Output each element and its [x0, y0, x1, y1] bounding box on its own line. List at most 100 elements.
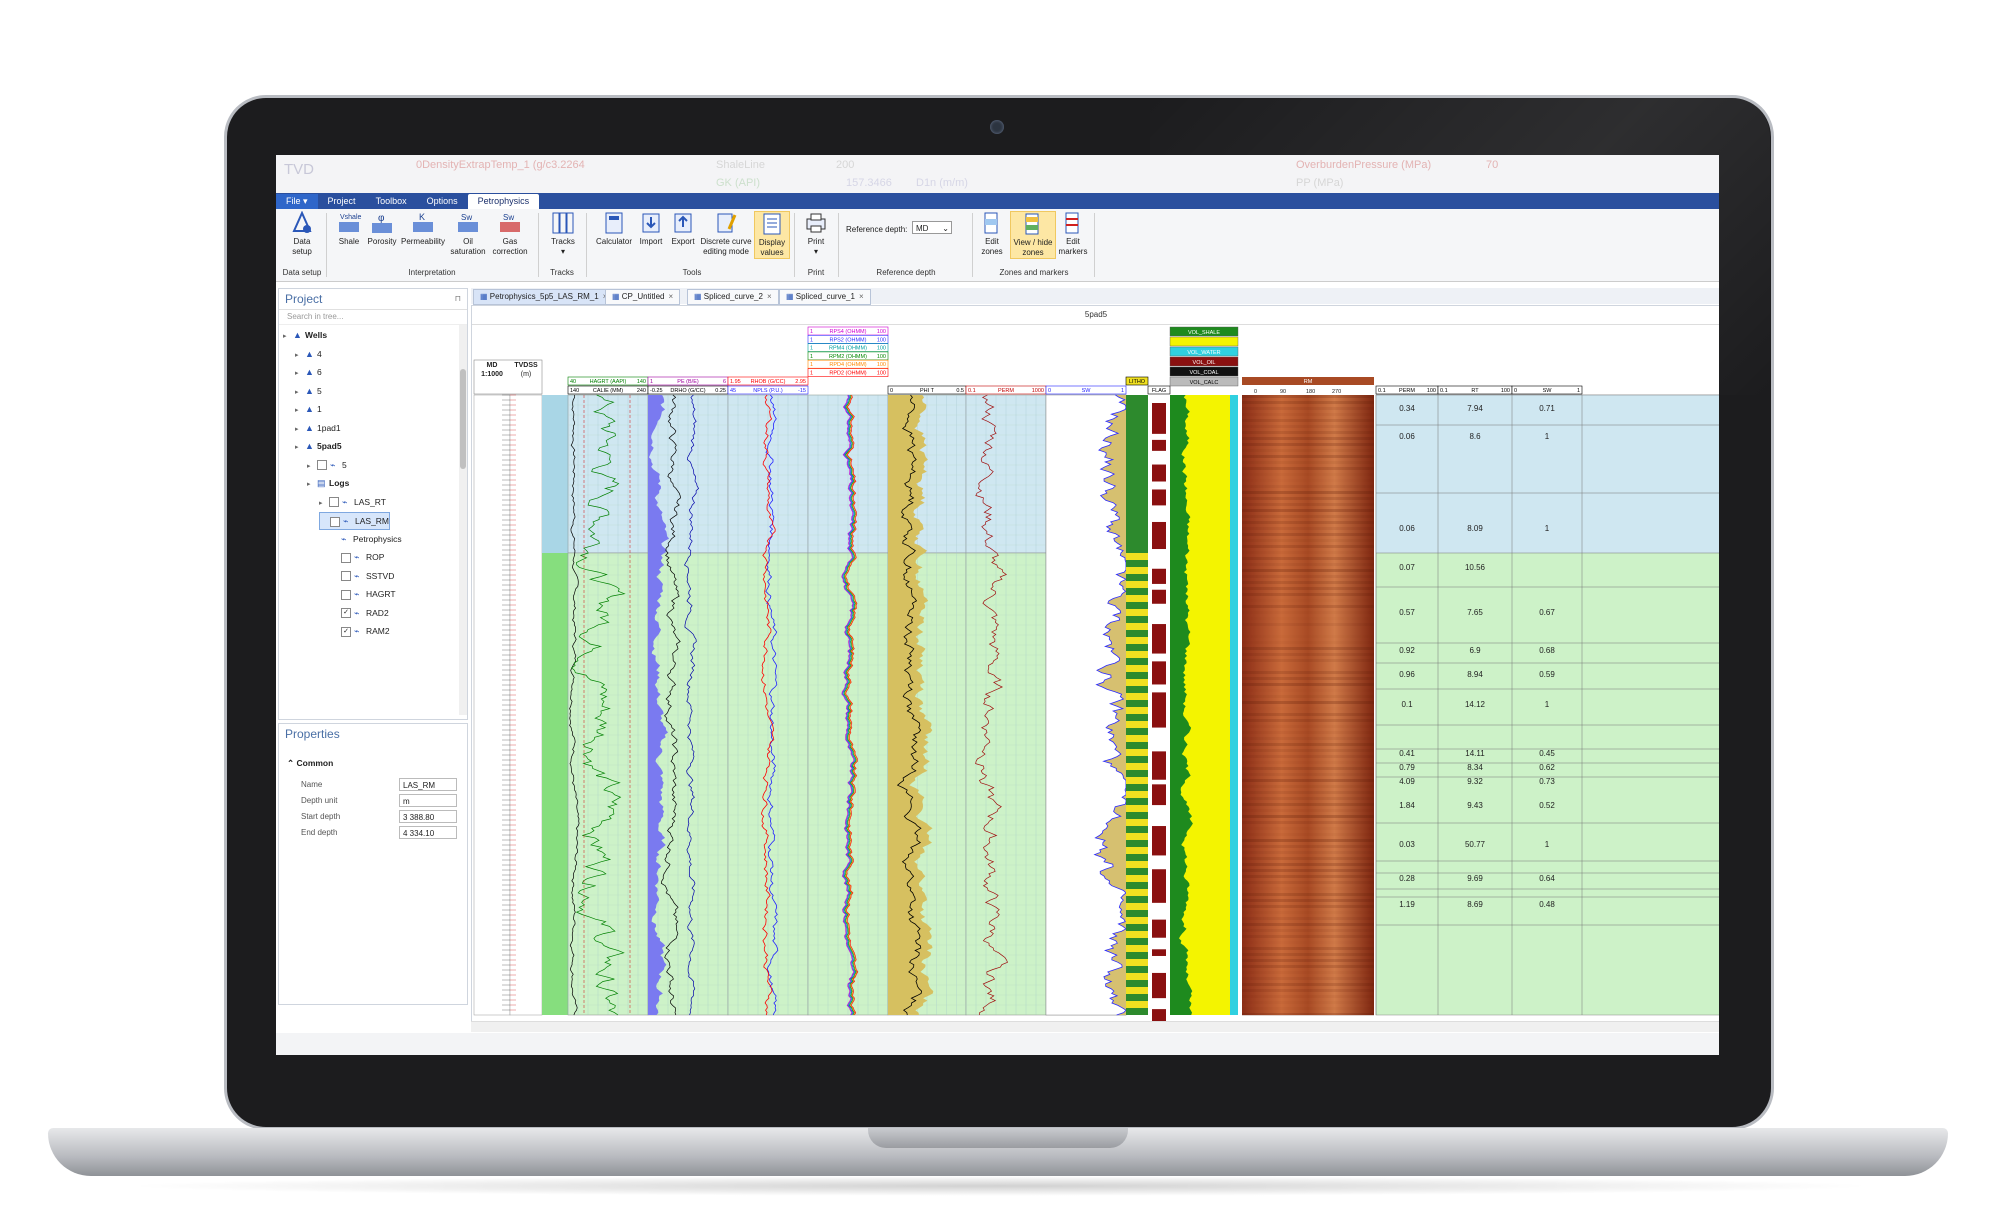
property-value[interactable]: 4 334.10 — [399, 826, 457, 839]
rm-image-band — [1242, 911, 1374, 914]
litho-sand — [1126, 973, 1148, 980]
flag-block — [1152, 661, 1166, 685]
print-button[interactable]: Print ▾ — [800, 211, 832, 257]
tree-item-label: SSTVD — [366, 570, 395, 581]
discrete-curve-button[interactable]: Discrete curve editing mode — [700, 211, 752, 257]
tree-item[interactable]: ▸ ▲ 4 — [295, 346, 322, 362]
resistivity-name: RPS4 (OHMM) — [830, 329, 867, 335]
expand-arrow-icon[interactable]: ▸ — [295, 385, 305, 401]
expand-arrow-icon[interactable]: ▸ — [295, 348, 305, 364]
rm-image-band — [1242, 893, 1374, 896]
porosity-button[interactable]: φ Porosity — [366, 211, 398, 247]
oil-saturation-button[interactable]: Sw Oil saturation — [450, 211, 486, 257]
tree-item[interactable]: ▸ ▲ 6 — [295, 364, 322, 380]
import-button[interactable]: Import — [636, 211, 666, 247]
checkbox[interactable]: ✓ — [341, 626, 351, 637]
property-value[interactable]: LAS_RM — [399, 778, 457, 791]
tab-file[interactable]: File ▾ — [276, 194, 318, 209]
node-icon: ▲ — [305, 367, 314, 377]
tree-item[interactable]: ▸ ▲ 1pad1 — [295, 420, 341, 436]
scrollbar-thumb[interactable] — [460, 369, 466, 469]
shale-button[interactable]: Vshale Shale — [334, 211, 364, 247]
table-cell-perm: 0.57 — [1399, 608, 1415, 617]
tree-item[interactable]: ▸ ▤ Logs — [307, 475, 349, 491]
tree-item[interactable]: ✓ ⌁ RAD2 — [331, 605, 389, 621]
resistivity-name: RPS2 (OHMM) — [830, 337, 867, 343]
tree-item[interactable]: ▸ ▲ Wells — [283, 327, 327, 343]
resistivity-name: RPD4 (OHMM) — [829, 362, 866, 368]
tree-item[interactable]: ⌁ ROP — [331, 549, 384, 565]
calculator-icon — [605, 212, 623, 234]
property-value[interactable]: 3 388.80 — [399, 810, 457, 823]
rm-image-band — [1242, 677, 1374, 680]
expand-arrow-icon[interactable]: ▸ — [319, 496, 329, 512]
rm-image-band — [1242, 557, 1374, 560]
data-setup-button[interactable]: Data setup — [284, 211, 320, 257]
node-icon: ▤ — [317, 478, 326, 488]
checkbox[interactable] — [317, 460, 327, 471]
rm-image-band — [1242, 923, 1374, 926]
expand-arrow-icon[interactable]: ▸ — [295, 422, 305, 438]
document-tab[interactable]: ▦ Spliced_curve_1 × — [779, 289, 871, 305]
checkbox[interactable] — [341, 552, 351, 563]
reference-depth-select[interactable]: MD ⌄ — [912, 221, 952, 234]
pin-icon[interactable]: ⊓ — [455, 289, 461, 309]
table-cell-sw: 0.52 — [1539, 801, 1555, 810]
expand-arrow-icon[interactable]: ▸ — [307, 459, 317, 475]
property-value[interactable]: m — [399, 794, 457, 807]
gas-correction-button[interactable]: Sw Gas correction — [490, 211, 530, 257]
tree-scrollbar[interactable] — [459, 325, 467, 715]
view-hide-zones-button[interactable]: View / hide zones — [1010, 211, 1056, 259]
table-cell-perm: 0.34 — [1399, 404, 1415, 413]
tree-search-input[interactable]: Search in tree... — [279, 310, 467, 325]
tree-item[interactable]: ▸ ⌁ 5 — [307, 457, 347, 473]
properties-title: Properties — [285, 727, 340, 741]
calculator-button[interactable]: Calculator — [594, 211, 634, 247]
separator — [326, 213, 327, 277]
tab-project[interactable]: Project — [318, 194, 366, 209]
export-button[interactable]: Export — [668, 211, 698, 247]
tree-item[interactable]: ⌁ LAS_RM — [319, 512, 391, 530]
track-header-min: 0 — [1514, 388, 1517, 394]
document-tab[interactable]: ▦ Petrophysics_5p5_LAS_RM_1× — [473, 289, 615, 305]
tree-item[interactable]: ▸ ▲ 5 — [295, 383, 322, 399]
tree-item[interactable]: ▸ ⌁ LAS_RT — [319, 494, 386, 510]
tracks-button[interactable]: Tracks ▾ — [546, 211, 580, 257]
checkbox[interactable] — [330, 516, 340, 527]
checkbox[interactable] — [341, 589, 351, 600]
vol-water — [1230, 395, 1238, 1015]
expand-arrow-icon[interactable]: ▸ — [295, 403, 305, 419]
tree-item[interactable]: ⌁ HAGRT — [331, 586, 396, 602]
tab-options[interactable]: Options — [417, 194, 468, 209]
tree-item[interactable]: ⌁ Petrophysics — [331, 531, 402, 547]
tree-item[interactable]: ⌁ SSTVD — [331, 568, 394, 584]
close-icon[interactable]: × — [859, 292, 864, 301]
tree-item[interactable]: ▸ ▲ 5pad5 — [295, 438, 342, 454]
expand-arrow-icon[interactable]: ▸ — [307, 477, 317, 493]
display-values-button[interactable]: Display values — [754, 211, 790, 259]
edit-zones-button[interactable]: Edit zones — [978, 211, 1006, 257]
permeability-button[interactable]: K Permeability — [400, 211, 446, 247]
track-header-min: 40 — [570, 379, 576, 385]
tab-toolbox[interactable]: Toolbox — [366, 194, 417, 209]
expand-arrow-icon[interactable]: ▸ — [283, 329, 293, 345]
tree-item[interactable]: ✓ ⌁ RAM2 — [331, 623, 390, 639]
rm-image-band — [1242, 785, 1374, 788]
edit-markers-button[interactable]: Edit markers — [1058, 211, 1088, 257]
close-icon[interactable]: × — [668, 292, 673, 301]
document-tab[interactable]: ▦ Spliced_curve_2 × — [687, 289, 779, 305]
tab-petrophysics[interactable]: Petrophysics — [467, 194, 540, 209]
checkbox[interactable] — [329, 497, 339, 508]
checkbox[interactable] — [341, 571, 351, 582]
checkbox[interactable]: ✓ — [341, 608, 351, 619]
rm-image-band — [1242, 761, 1374, 764]
vol-legend-swatch — [1169, 336, 1239, 347]
horizontal-scrollbar[interactable] — [471, 1021, 1719, 1032]
close-icon[interactable]: × — [767, 292, 772, 301]
expand-arrow-icon[interactable]: ▸ — [295, 440, 305, 456]
expand-arrow-icon[interactable]: ▸ — [295, 366, 305, 382]
document-tab[interactable]: ▦ CP_Untitled × — [605, 289, 681, 305]
log-plot[interactable]: 0.34 7.94 0.710.06 8.6 10.06 8.09 10.07 10.560.… — [472, 325, 1719, 1021]
track-header-name: SW — [1543, 388, 1553, 394]
tree-item[interactable]: ▸ ▲ 1 — [295, 401, 322, 417]
